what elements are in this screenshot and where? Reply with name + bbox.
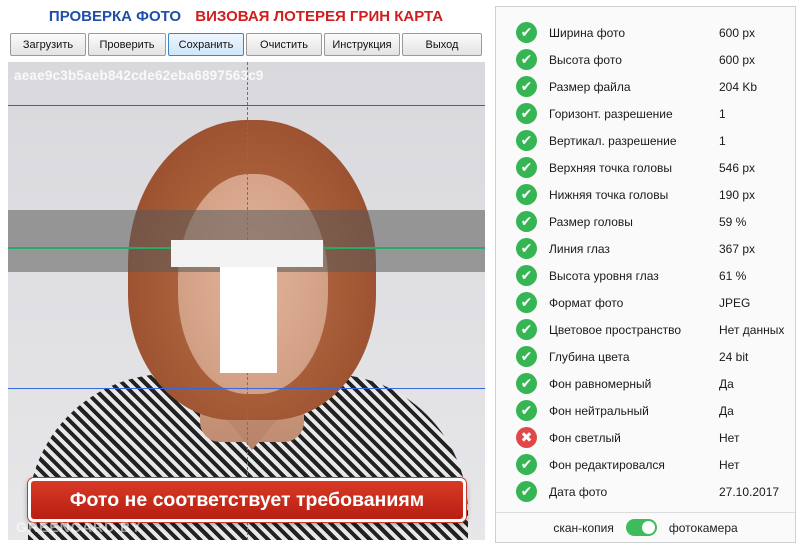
check-label: Высота уровня глаз: [549, 268, 659, 283]
check-circle-icon: ✔: [516, 103, 537, 124]
clear-button[interactable]: Очистить: [246, 33, 322, 56]
app-title: ПРОВЕРКА ФОТО ВИЗОВАЯ ЛОТЕРЕЯ ГРИН КАРТА: [0, 8, 492, 25]
check-label: Верхняя точка головы: [549, 160, 673, 175]
check-circle-icon: ✔: [516, 292, 537, 313]
check-row: ✔ Фон нейтральный Да: [496, 397, 795, 424]
check-value: Нет: [719, 430, 740, 445]
toolbar: Загрузить Проверить Сохранить Очистить И…: [10, 33, 486, 57]
t-mask-bar: [171, 240, 323, 267]
check-label: Высота фото: [549, 52, 622, 67]
check-circle-icon: ✔: [516, 49, 537, 70]
check-label: Нижняя точка головы: [549, 187, 669, 202]
check-value: 24 bit: [719, 349, 749, 364]
check-row: ✔ Фон редактировался Нет: [496, 451, 795, 478]
check-label: Цветовое пространство: [549, 322, 682, 337]
check-value: 204 Kb: [719, 79, 758, 94]
instructions-button[interactable]: Инструкция: [324, 33, 400, 56]
check-value: Да: [719, 376, 734, 391]
check-label: Размер головы: [549, 214, 633, 229]
check-circle-icon: ✔: [516, 346, 537, 367]
check-row: ✔ Фон равномерный Да: [496, 370, 795, 397]
x-circle-icon: ✖: [516, 427, 537, 448]
watermark: GREENCARD.BY: [16, 519, 142, 535]
check-value: 367 px: [719, 241, 756, 256]
check-row: ✔ Высота фото 600 px: [496, 46, 795, 73]
check-circle-icon: ✔: [516, 373, 537, 394]
camera-label: фотокамера: [668, 520, 738, 535]
check-circle-icon: ✔: [516, 157, 537, 178]
check-row: ✔ Высота уровня глаз 61 %: [496, 262, 795, 289]
check-value: 61 %: [719, 268, 747, 283]
check-circle-icon: ✔: [516, 400, 537, 421]
check-label: Фон равномерный: [549, 376, 652, 391]
check-label: Ширина фото: [549, 25, 626, 40]
check-circle-icon: ✔: [516, 22, 537, 43]
check-label: Формат фото: [549, 295, 624, 310]
t-mask-stem: [220, 267, 277, 373]
photo-hash: aeae9c3b5aeb842cde62eba6897563c9: [14, 68, 264, 83]
check-value: Да: [719, 403, 734, 418]
check-value: 1: [719, 106, 726, 121]
results-panel: ✔ Ширина фото 600 px ✔ Высота фото 600 px ✔ Раз…: [495, 6, 796, 543]
check-row: ✔ Линия глаз 367 px: [496, 235, 795, 262]
check-row: ✔ Цветовое пространство Нет данных: [496, 316, 795, 343]
check-circle-icon: ✔: [516, 184, 537, 205]
check-value: 600 px: [719, 25, 756, 40]
check-label: Размер файла: [549, 79, 631, 94]
check-circle-icon: ✔: [516, 130, 537, 151]
photo-preview: aeae9c3b5aeb842cde62eba6897563c9 Фото не…: [8, 62, 485, 540]
check-button[interactable]: Проверить: [88, 33, 166, 56]
check-label: Глубина цвета: [549, 349, 630, 364]
check-value: 1: [719, 133, 726, 148]
check-circle-icon: ✔: [516, 238, 537, 259]
check-label: Дата фото: [549, 484, 608, 499]
check-circle-icon: ✔: [516, 76, 537, 97]
check-row: ✔ Размер головы 59 %: [496, 208, 795, 235]
check-label: Фон редактировался: [549, 457, 665, 472]
result-banner: Фото не соответствует требованиям: [28, 478, 466, 522]
check-label: Фон светлый: [549, 430, 621, 445]
check-row: ✔ Размер файла 204 Kb: [496, 73, 795, 100]
check-value: Нет данных: [719, 322, 785, 337]
check-value: 190 px: [719, 187, 756, 202]
source-toggle[interactable]: [625, 519, 657, 536]
toggle-knob: [641, 521, 655, 534]
check-label: Линия глаз: [549, 241, 610, 256]
check-circle-icon: ✔: [516, 454, 537, 475]
check-label: Горизонт. разрешение: [549, 106, 673, 121]
check-row: ✔ Ширина фото 600 px: [496, 19, 795, 46]
check-value: JPEG: [719, 295, 751, 310]
exit-button[interactable]: Выход: [402, 33, 482, 56]
source-switch: скан-копия фотокамера: [496, 512, 795, 542]
load-button[interactable]: Загрузить: [10, 33, 86, 56]
scan-copy-label: скан-копия: [553, 520, 614, 535]
check-row: ✔ Нижняя точка головы 190 px: [496, 181, 795, 208]
check-value: 27.10.2017: [719, 484, 780, 499]
check-circle-icon: ✔: [516, 481, 537, 502]
check-row: ✔ Глубина цвета 24 bit: [496, 343, 795, 370]
check-value: 546 px: [719, 160, 756, 175]
check-value: 600 px: [719, 52, 756, 67]
check-label: Вертикал. разрешение: [549, 133, 677, 148]
title-lottery: ВИЗОВАЯ ЛОТЕРЕЯ ГРИН КАРТА: [195, 8, 444, 25]
check-circle-icon: ✔: [516, 319, 537, 340]
check-row: ✔ Формат фото JPEG: [496, 289, 795, 316]
title-photo-check: ПРОВЕРКА ФОТО: [48, 8, 182, 25]
check-label: Фон нейтральный: [549, 403, 649, 418]
check-circle-icon: ✔: [516, 265, 537, 286]
check-value: 59 %: [719, 214, 747, 229]
check-value: Нет: [719, 457, 740, 472]
check-row: ✔ Верхняя точка головы 546 px: [496, 154, 795, 181]
check-row: ✖ Фон светлый Нет: [496, 424, 795, 451]
check-row: ✔ Вертикал. разрешение 1: [496, 127, 795, 154]
check-circle-icon: ✔: [516, 211, 537, 232]
check-row: ✔ Дата фото 27.10.2017: [496, 478, 795, 505]
save-button[interactable]: Сохранить: [168, 33, 244, 56]
check-row: ✔ Горизонт. разрешение 1: [496, 100, 795, 127]
